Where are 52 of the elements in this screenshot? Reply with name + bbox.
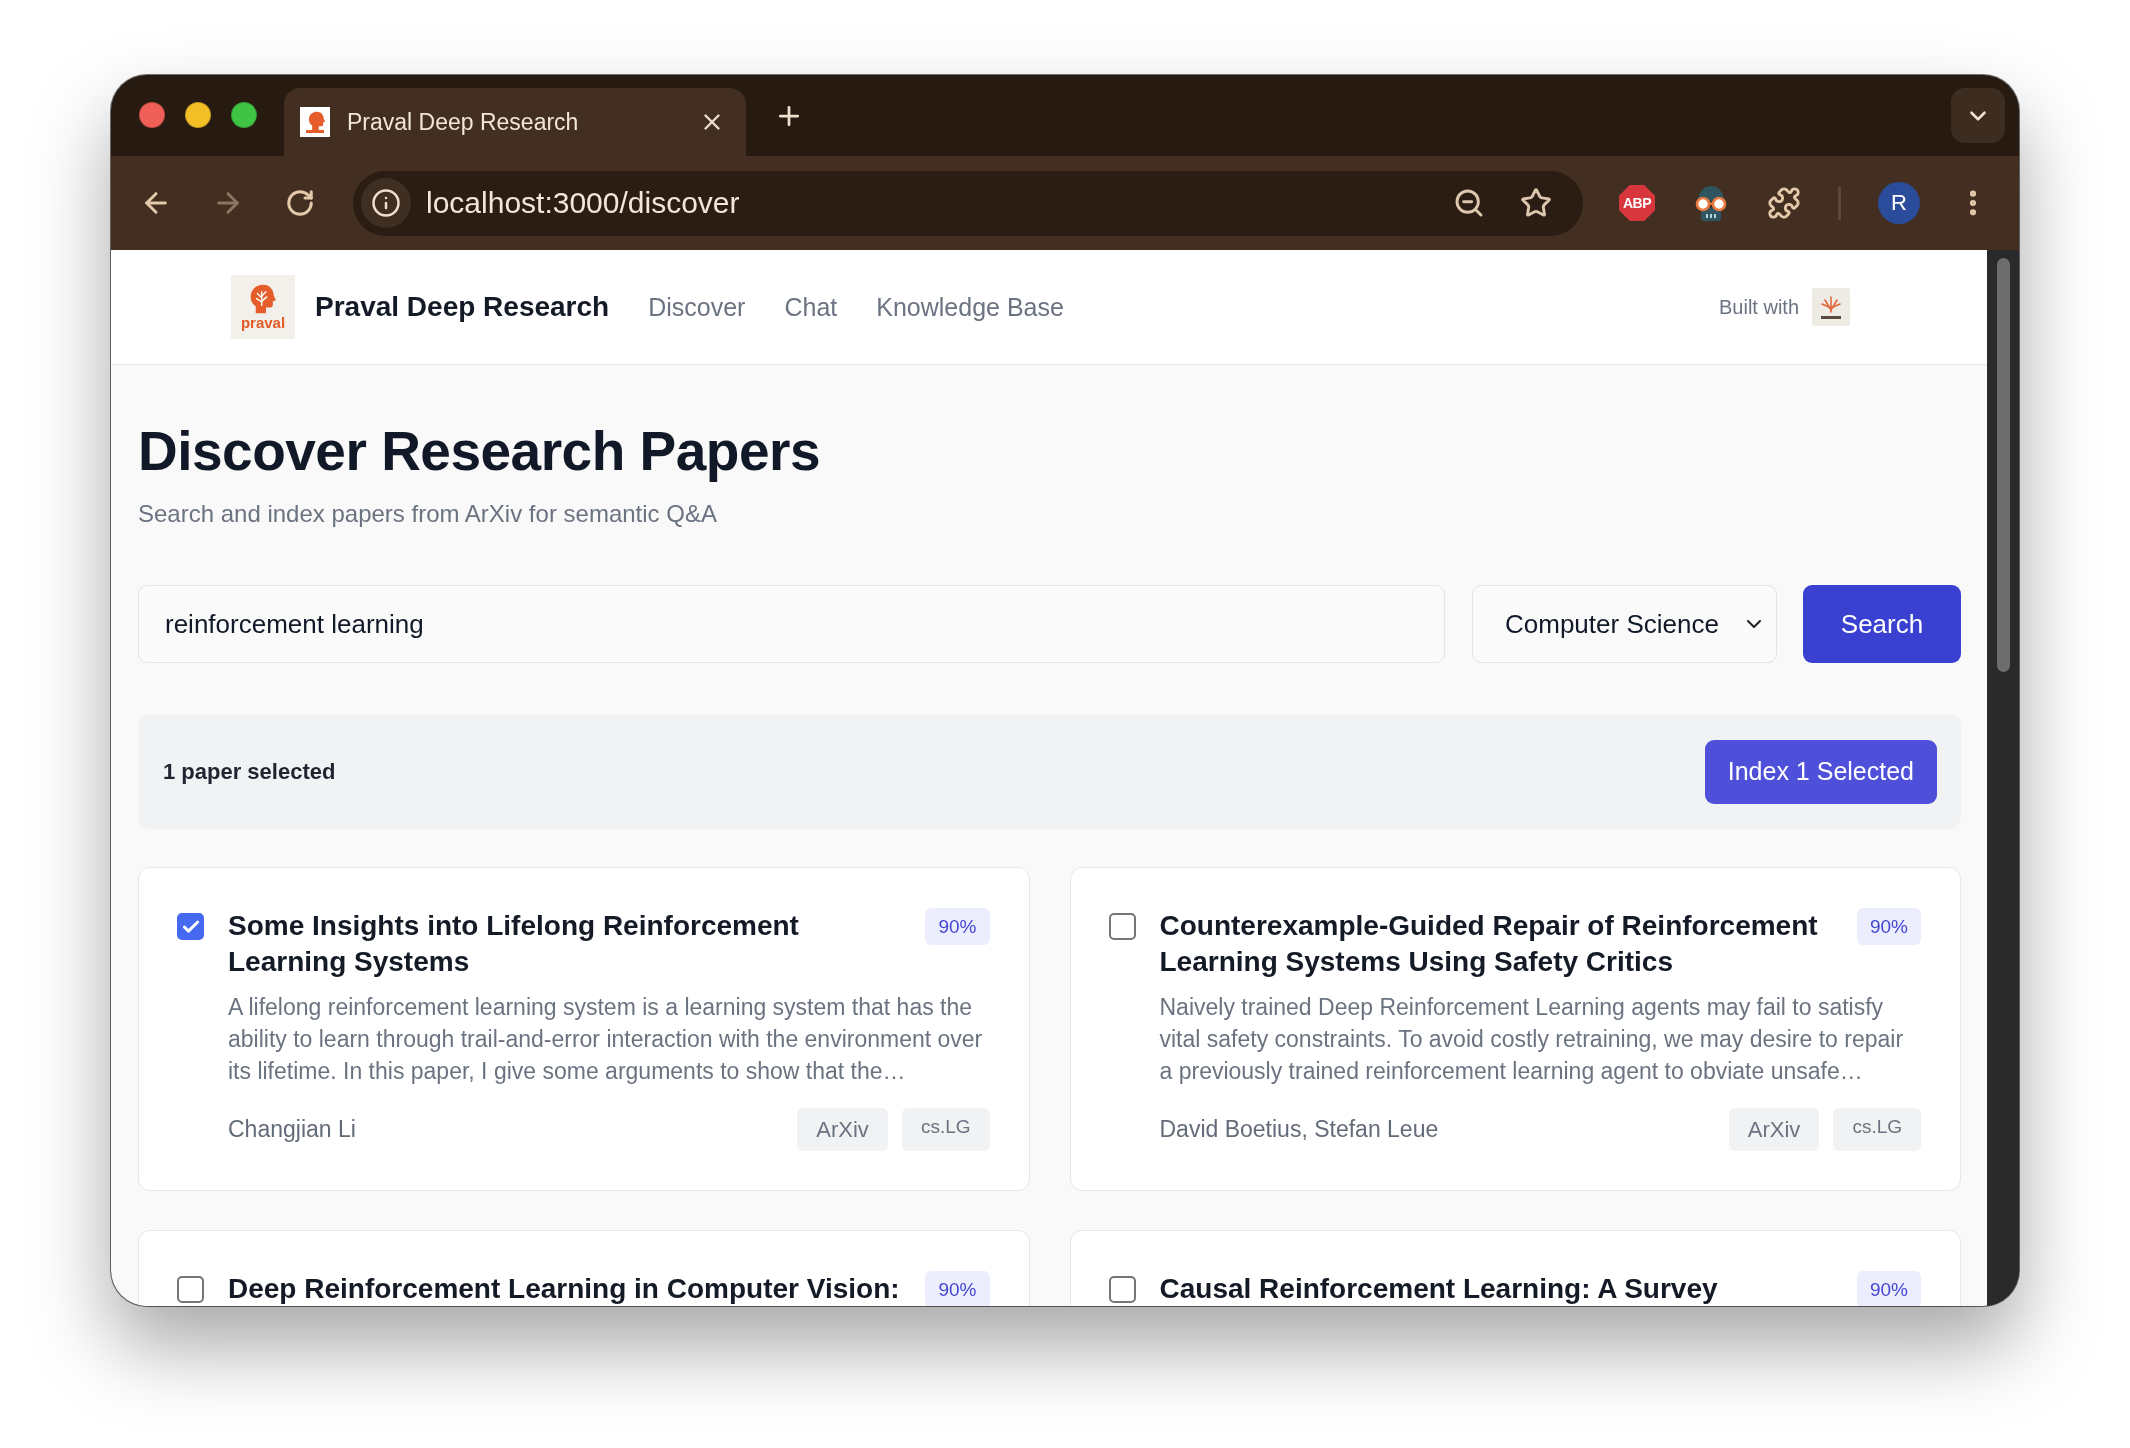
profile-avatar-button[interactable]: R: [1878, 182, 1920, 224]
site-info-button[interactable]: [361, 178, 411, 228]
scrollbar-thumb[interactable]: [1996, 258, 2010, 672]
paper-authors: Changjian Li: [228, 1116, 356, 1143]
category-tag: cs.LG: [1833, 1108, 1921, 1151]
head-tree-icon: [248, 284, 278, 314]
paper-title: Causal Reinforcement Learning: A Survey: [1159, 1272, 1718, 1306]
info-icon: [371, 188, 401, 218]
nav-link[interactable]: Knowledge Base: [876, 292, 1064, 322]
zoom-out-icon[interactable]: [1453, 187, 1485, 219]
score-badge: 90%: [1856, 1271, 1921, 1306]
paper-abstract: Naively trained Deep Reinforcement Learning agents may fail to satisfy vital safety constraints. To avoid costly retraining, we may desire to repair a previously trained reinforcement learning agent to obviate unsafe…: [1159, 993, 1905, 1086]
search-button[interactable]: Search: [1803, 585, 1961, 663]
reload-icon[interactable]: [285, 188, 315, 218]
extensions-puzzle-icon[interactable]: [1767, 186, 1801, 220]
paper-checkbox[interactable]: [1108, 913, 1136, 940]
nav-link[interactable]: Chat: [784, 292, 838, 322]
paper-abstract: A lifelong reinforcement learning system is a learning system that has the ability to learn through trail-and-error interaction with the environment over its lifetime. In this paper, I give some arguments to show that the…: [228, 993, 984, 1086]
bookmark-star-icon[interactable]: [1520, 187, 1552, 219]
score-badge: 90%: [925, 1271, 990, 1306]
adblock-extension-button[interactable]: ABP: [1619, 185, 1655, 221]
tab-search-button[interactable]: [1951, 88, 2005, 143]
maximize-window-button[interactable]: [231, 102, 257, 128]
head-logo-icon: [300, 107, 330, 137]
page-title: Discover Research Papers: [138, 419, 822, 484]
minimize-window-button[interactable]: [185, 102, 211, 128]
search-field[interactable]: reinforcement learning: [138, 585, 1445, 663]
nav-link[interactable]: Discover: [648, 292, 746, 322]
page-subtitle: Search and index papers from ArXiv for semantic Q&A: [138, 499, 718, 529]
source-tag: ArXiv: [797, 1108, 888, 1151]
browser-tab[interactable]: Praval Deep Research: [284, 88, 746, 156]
url-text: localhost:3000/discover: [426, 186, 740, 220]
source-tag: ArXiv: [1728, 1108, 1820, 1151]
coral-logo-icon: [1812, 288, 1850, 326]
brand-name[interactable]: Praval Deep Research: [315, 291, 610, 323]
score-badge: 90%: [1856, 908, 1921, 945]
paper-checkbox[interactable]: [1108, 1276, 1136, 1303]
built-with-label: Built with: [1718, 295, 1799, 319]
paper-checkbox[interactable]: [177, 913, 204, 940]
address-bar[interactable]: localhost:3000/discover: [353, 170, 1583, 236]
paper-title: Some Insights into Lifelong Reinforcement Learning Systems: [228, 909, 800, 979]
logo-text: praval: [240, 315, 286, 330]
score-badge: 90%: [925, 908, 990, 945]
selection-count: 1 paper selected: [163, 758, 336, 785]
index-selected-button[interactable]: Index 1 Selected: [1704, 739, 1937, 804]
paper-authors: David Boetius, Stefan Leue: [1159, 1116, 1439, 1143]
paper-checkbox[interactable]: [177, 1276, 204, 1303]
close-window-button[interactable]: [139, 102, 165, 128]
paper-title: Counterexample-Guided Repair of Reinforcement Learning Systems Using Safety Critics: [1159, 909, 1819, 979]
category-tag: cs.LG: [901, 1108, 990, 1151]
category-select[interactable]: Computer Science: [1472, 585, 1777, 663]
paper-title: Deep Reinforcement Learning in Computer Vision:: [228, 1272, 900, 1306]
